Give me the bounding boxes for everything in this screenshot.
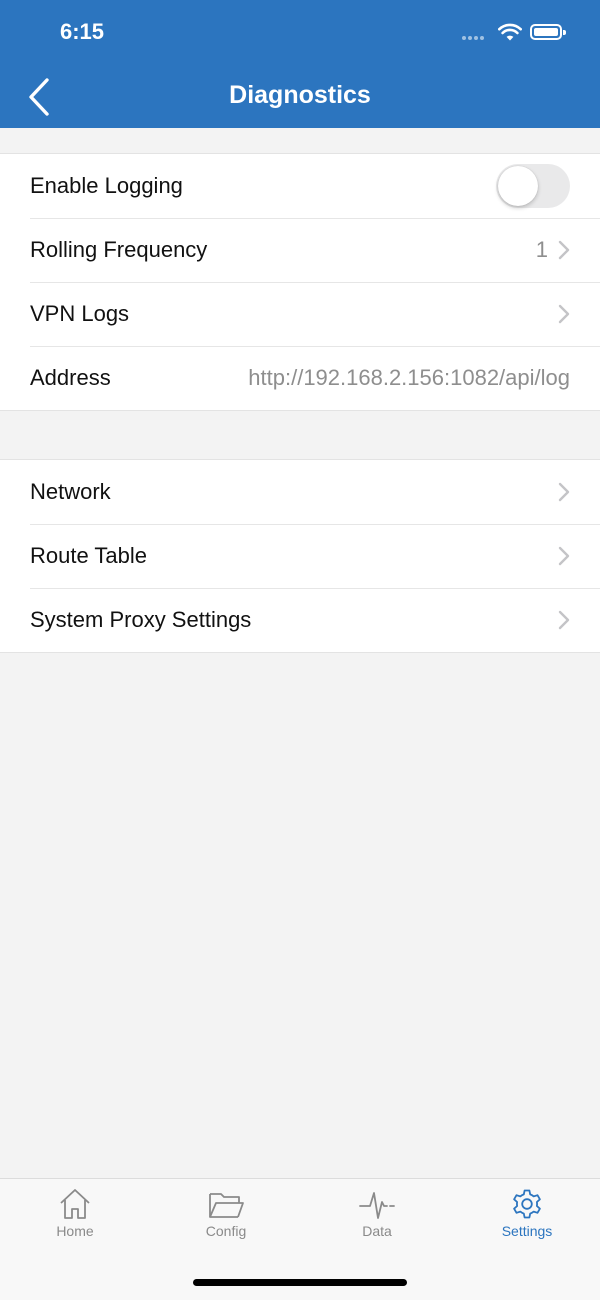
enable-logging-toggle[interactable] xyxy=(496,164,570,208)
gear-icon xyxy=(513,1189,541,1219)
folder-icon xyxy=(209,1193,244,1218)
home-indicator[interactable] xyxy=(193,1279,407,1286)
chevron-right-icon xyxy=(558,304,570,324)
enable-logging-label: Enable Logging xyxy=(30,173,183,198)
tab-data-label: Data xyxy=(362,1223,392,1239)
system-proxy-settings-row[interactable]: System Proxy Settings xyxy=(0,588,600,652)
network-label: Network xyxy=(30,479,111,504)
vpn-logs-label: VPN Logs xyxy=(30,301,130,326)
pulse-icon xyxy=(359,1192,395,1219)
tab-data[interactable]: Data xyxy=(327,1187,427,1245)
rolling-frequency-value: 1 xyxy=(535,237,548,262)
chevron-right-icon xyxy=(558,610,570,630)
system-proxy-settings-label: System Proxy Settings xyxy=(30,607,252,632)
network-settings-group: Network Route Table System Proxy Setting… xyxy=(0,459,600,653)
navigation-header: 6:15 Diagnostics xyxy=(0,0,600,128)
address-value: http://192.168.2.156:1082/api/log xyxy=(248,365,570,390)
route-table-row[interactable]: Route Table xyxy=(0,524,600,588)
rolling-frequency-row[interactable]: Rolling Frequency 1 xyxy=(0,218,600,282)
wifi-icon xyxy=(498,23,522,41)
status-time: 6:15 xyxy=(60,19,105,44)
route-table-label: Route Table xyxy=(30,543,148,568)
battery-icon xyxy=(530,24,566,40)
chevron-right-icon xyxy=(558,240,570,260)
logging-settings-group: Enable Logging Rolling Frequency 1 VPN L… xyxy=(0,153,600,411)
vpn-logs-row[interactable]: VPN Logs xyxy=(0,282,600,346)
rolling-frequency-label: Rolling Frequency xyxy=(30,237,208,262)
network-row[interactable]: Network xyxy=(0,460,600,524)
tab-home[interactable]: Home xyxy=(25,1187,125,1245)
tab-settings-label: Settings xyxy=(501,1223,553,1239)
tab-config-label: Config xyxy=(205,1223,247,1239)
tab-config[interactable]: Config xyxy=(176,1187,276,1245)
address-row[interactable]: Address http://192.168.2.156:1082/api/lo… xyxy=(0,346,600,410)
home-icon xyxy=(60,1189,90,1219)
toggle-knob xyxy=(498,166,538,206)
enable-logging-row: Enable Logging xyxy=(0,154,600,218)
tab-settings[interactable]: Settings xyxy=(477,1187,577,1245)
signal-dots-icon xyxy=(462,36,490,42)
chevron-right-icon xyxy=(558,482,570,502)
address-label: Address xyxy=(30,365,111,390)
chevron-right-icon xyxy=(558,546,570,566)
page-title: Diagnostics xyxy=(229,81,371,109)
tab-home-label: Home xyxy=(56,1223,94,1239)
